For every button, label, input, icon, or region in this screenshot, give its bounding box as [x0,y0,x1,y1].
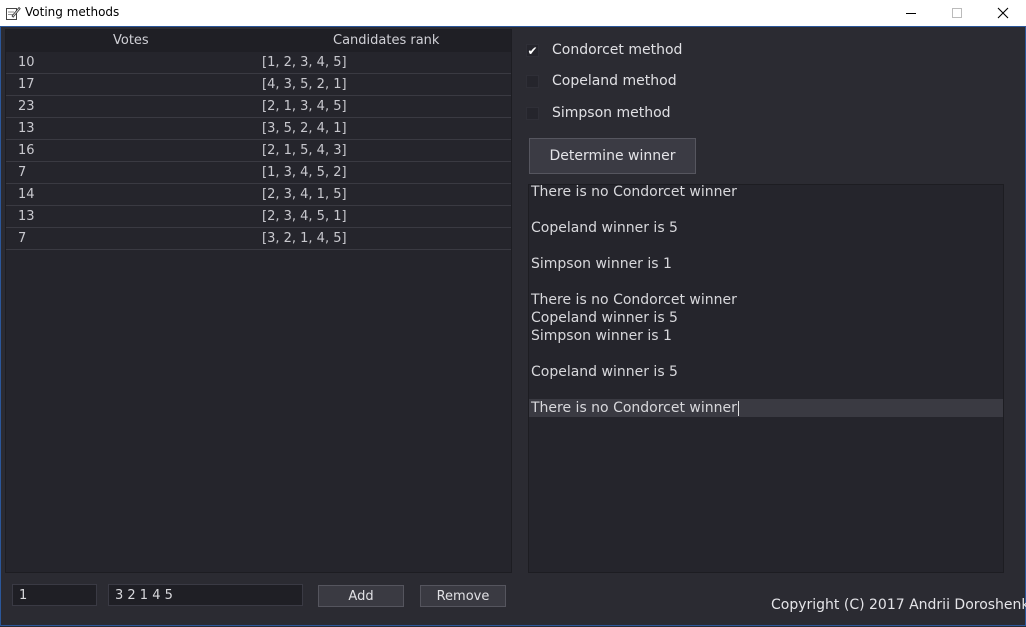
window-title: Voting methods [25,5,120,19]
rank-cell: [3, 2, 1, 4, 5] [262,231,347,246]
column-header-rank[interactable]: Candidates rank [333,33,439,48]
checkmark-icon: ✔ [527,43,538,58]
votes-input[interactable] [12,584,97,606]
votes-table[interactable]: Votes Candidates rank 10 [1, 2, 3, 4, 5]… [5,29,512,573]
close-button[interactable] [980,0,1026,26]
table-row[interactable]: 23 [2, 1, 3, 4, 5] [6,96,511,118]
maximize-icon [952,8,962,18]
rank-cell: [4, 3, 5, 2, 1] [262,77,347,92]
rank-cell: [2, 3, 4, 5, 1] [262,209,347,224]
copeland-checkbox[interactable] [526,75,539,88]
add-button[interactable]: Add [318,585,404,607]
votes-cell: 10 [18,55,35,70]
remove-button[interactable]: Remove [420,585,506,607]
votes-cell: 23 [18,99,35,114]
results-output[interactable]: There is no Condorcet winner Copeland wi… [528,184,1004,573]
votes-cell: 13 [18,121,35,136]
column-header-votes[interactable]: Votes [113,33,149,48]
rank-cell: [2, 3, 4, 1, 5] [262,187,347,202]
close-icon [997,7,1009,19]
rank-input[interactable] [108,584,303,606]
votes-cell: 7 [18,165,27,180]
output-current-line: There is no Condorcet winner [529,399,1003,417]
table-row[interactable]: 7 [1, 3, 4, 5, 2] [6,162,511,184]
condorcet-label[interactable]: Condorcet method [552,42,682,58]
rank-cell: [2, 1, 5, 4, 3] [262,143,347,158]
rank-cell: [1, 3, 4, 5, 2] [262,165,347,180]
copyright-text: Copyright (C) 2017 Andrii Doroshenko [771,597,1026,613]
output-line: There is no Condorcet winner [531,292,737,308]
table-row[interactable]: 13 [3, 5, 2, 4, 1] [6,118,511,140]
output-line: Copeland winner is 5 [531,310,678,326]
determine-winner-button[interactable]: Determine winner [529,138,696,174]
rank-cell: [1, 2, 3, 4, 5] [262,55,347,70]
copeland-label[interactable]: Copeland method [552,73,677,89]
table-row[interactable]: 17 [4, 3, 5, 2, 1] [6,74,511,96]
table-row[interactable]: 14 [2, 3, 4, 1, 5] [6,184,511,206]
output-line: Simpson winner is 1 [531,256,672,272]
output-line: Copeland winner is 5 [531,220,678,236]
output-line: Copeland winner is 5 [531,364,678,380]
minimize-icon [906,13,916,14]
simpson-checkbox[interactable] [526,107,539,120]
table-row[interactable]: 16 [2, 1, 5, 4, 3] [6,140,511,162]
table-row[interactable]: 7 [3, 2, 1, 4, 5] [6,228,511,250]
votes-cell: 13 [18,209,35,224]
votes-cell: 7 [18,231,27,246]
simpson-label[interactable]: Simpson method [552,105,671,121]
maximize-button[interactable] [934,0,980,26]
condorcet-checkbox[interactable]: ✔ [526,43,539,58]
votes-cell: 16 [18,143,35,158]
table-row[interactable]: 10 [1, 2, 3, 4, 5] [6,52,511,74]
rank-cell: [3, 5, 2, 4, 1] [262,121,347,136]
pen-paper-icon [6,6,21,20]
output-line: There is no Condorcet winner [531,184,737,200]
table-row[interactable]: 13 [2, 3, 4, 5, 1] [6,206,511,228]
output-line: Simpson winner is 1 [531,328,672,344]
votes-cell: 14 [18,187,35,202]
text-caret [737,400,739,416]
votes-cell: 17 [18,77,35,92]
minimize-button[interactable] [888,0,934,26]
table-header: Votes Candidates rank [6,30,511,52]
title-bar: Voting methods [0,0,1026,27]
rank-cell: [2, 1, 3, 4, 5] [262,99,347,114]
output-line-text: There is no Condorcet winner [531,400,737,416]
